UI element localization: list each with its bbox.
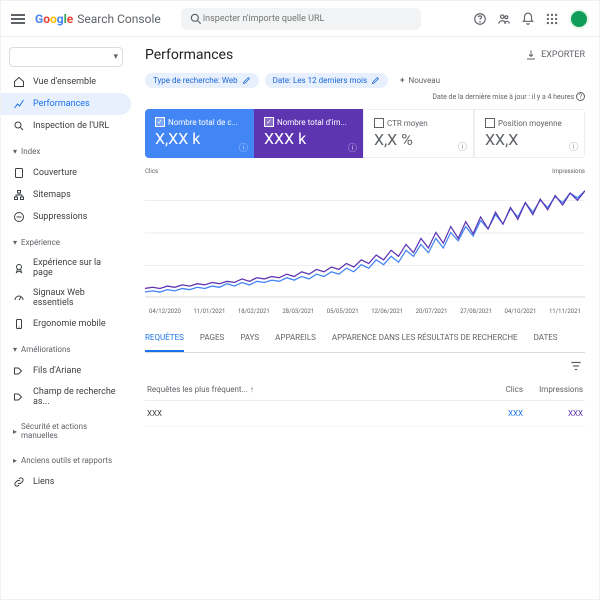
filter-icon[interactable] [569, 359, 583, 373]
table-header: Requêtes les plus fréquent... ↑ ClicsImp… [145, 379, 585, 401]
pencil-icon [371, 76, 380, 85]
search-icon [13, 120, 25, 132]
export-button[interactable]: EXPORTER [525, 49, 585, 61]
metric-position[interactable]: Position moyenneXX,Xⓘ [474, 109, 585, 158]
avatar[interactable] [569, 9, 589, 29]
people-icon[interactable] [497, 12, 511, 26]
sidebar-item-overview[interactable]: Vue d'ensemble [1, 71, 131, 93]
tab-dates[interactable]: DATES [534, 325, 558, 352]
sidebar-item-sitemaps[interactable]: Sitemaps [1, 184, 131, 206]
sidebar-header-index[interactable]: ▾Index [1, 141, 131, 162]
tab-pages[interactable]: PAGES [200, 325, 224, 352]
search-icon [189, 12, 203, 26]
tag-icon [13, 365, 25, 377]
info-icon[interactable]: ⓘ [239, 141, 248, 154]
sidebar: ▾ Vue d'ensemble Performances Inspection… [1, 37, 131, 599]
sidebar-header-enhancements[interactable]: ▾Améliorations [1, 339, 131, 360]
tab-countries[interactable]: PAYS [240, 325, 259, 352]
sidebar-item-links[interactable]: Liens [1, 471, 131, 493]
sidebar-item-pageexp[interactable]: Expérience sur la page [1, 253, 131, 283]
doc-icon [13, 167, 25, 179]
chart-icon [13, 98, 25, 110]
info-icon[interactable]: ? [576, 92, 585, 101]
metric-impressions[interactable]: ✓Nombre total d'im...XXX kⓘ [254, 109, 363, 158]
last-updated: Date de la dernière mise à jour : il y a… [145, 92, 585, 101]
property-selector[interactable]: ▾ [9, 47, 123, 67]
info-icon[interactable]: ⓘ [348, 141, 357, 154]
apps-icon[interactable] [545, 12, 559, 26]
sidebar-item-breadcrumb[interactable]: Fils d'Ariane [1, 360, 131, 382]
sidebar-item-inspect[interactable]: Inspection de l'URL [1, 115, 131, 137]
sort-icon[interactable]: ↑ [250, 385, 254, 394]
tab-queries[interactable]: REQUÊTES [145, 325, 184, 352]
sidebar-item-mobile[interactable]: Ergonomie mobile [1, 313, 131, 335]
filter-search-type[interactable]: Type de recherche: Web [145, 73, 259, 88]
sidebar-header-legacy[interactable]: ▸Anciens outils et rapports [1, 450, 131, 471]
home-icon [13, 76, 25, 88]
chart-x-labels: 04/12/202011/01/202118/02/202128/03/2021… [145, 308, 585, 315]
speed-icon [13, 292, 25, 304]
add-filter[interactable]: +Nouveau [394, 73, 446, 88]
filter-date[interactable]: Date: Les 12 derniers mois [265, 73, 389, 88]
link-icon [13, 476, 25, 488]
pencil-icon [242, 76, 251, 85]
menu-icon[interactable] [11, 12, 25, 26]
performance-chart: Clics Impressions [145, 168, 585, 298]
table-row[interactable]: XXXXXXXXX [145, 401, 585, 427]
tag-icon [13, 391, 25, 403]
page-title: Performances [145, 47, 233, 63]
sidebar-header-security[interactable]: ▸Sécurité et actions manuelles [1, 416, 131, 446]
tab-devices[interactable]: APPAREILS [275, 325, 316, 352]
logo: Google Search Console [35, 12, 161, 26]
info-icon[interactable]: ⓘ [569, 140, 578, 153]
url-search[interactable] [181, 8, 421, 30]
minus-icon [13, 211, 25, 223]
metric-ctr[interactable]: CTR moyenX,X %ⓘ [363, 109, 474, 158]
tab-appearance[interactable]: APPARENCE DANS LES RÉSULTATS DE RECHERCH… [332, 325, 518, 352]
info-icon[interactable]: ⓘ [458, 140, 467, 153]
sidebar-item-searchfield[interactable]: Champ de recherche as... [1, 382, 131, 412]
download-icon [525, 49, 537, 61]
phone-icon [13, 318, 25, 330]
sidebar-item-performance[interactable]: Performances [1, 93, 131, 115]
bell-icon[interactable] [521, 12, 535, 26]
sidebar-header-experience[interactable]: ▾Expérience [1, 232, 131, 253]
metric-clicks[interactable]: ✓Nombre total de c...X,XX kⓘ [145, 109, 254, 158]
sidebar-item-coverage[interactable]: Couverture [1, 162, 131, 184]
search-input[interactable] [203, 14, 413, 24]
sidebar-item-removals[interactable]: Suppressions [1, 206, 131, 228]
sitemap-icon [13, 189, 25, 201]
sidebar-item-cwv[interactable]: Signaux Web essentiels [1, 283, 131, 313]
help-icon[interactable] [473, 12, 487, 26]
rosette-icon [13, 262, 25, 274]
